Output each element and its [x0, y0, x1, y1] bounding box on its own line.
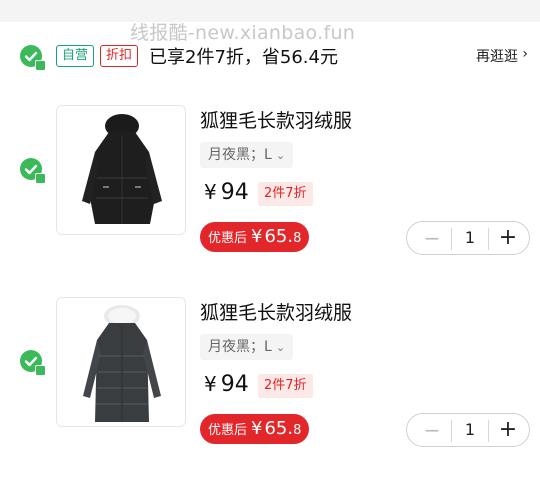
- item-select-checkbox[interactable]: [20, 350, 46, 376]
- after-currency-symbol: ¥: [251, 226, 263, 247]
- quantity-value[interactable]: 1: [452, 418, 488, 442]
- after-amount: 65.: [264, 418, 294, 439]
- product-image[interactable]: [56, 105, 186, 235]
- discount-badge: 折扣: [100, 45, 139, 67]
- after-amount: 65.: [264, 226, 294, 247]
- after-discount-label: 优惠后: [208, 231, 248, 246]
- discount-tag: 2件7折: [258, 374, 313, 398]
- currency-symbol: ¥: [204, 180, 217, 204]
- chevron-right-icon: ›: [522, 46, 528, 62]
- promo-summary: 已享2件7折，省56.4元: [149, 47, 338, 68]
- product-title[interactable]: 狐狸毛长款羽绒服: [200, 106, 352, 133]
- chevron-down-icon: ⌄: [275, 149, 286, 162]
- self-operated-badge: 自营: [56, 45, 95, 67]
- lock-icon: [35, 173, 46, 184]
- discount-tag: 2件7折: [258, 182, 313, 206]
- unit-price: ¥94: [204, 180, 249, 205]
- product-title[interactable]: 狐狸毛长款羽绒服: [200, 298, 352, 325]
- after-discount-label: 优惠后: [208, 423, 248, 438]
- after-decimal: 8: [293, 231, 302, 246]
- price-value: 94: [220, 180, 249, 205]
- quantity-value[interactable]: 1: [452, 226, 488, 250]
- lock-icon: [35, 365, 46, 376]
- cart-item: 狐狸毛长款羽绒服 月夜黑；L ⌄ ¥94 2件7折 优惠后 ¥65.8 − 1 +: [0, 292, 540, 462]
- store-header: 自营 折扣 已享2件7折，省56.4元 再逛逛 ›: [0, 40, 540, 72]
- chevron-down-icon: ⌄: [275, 341, 286, 354]
- store-select-checkbox[interactable]: [20, 45, 46, 71]
- lock-icon: [35, 60, 46, 71]
- browse-more-link[interactable]: 再逛逛: [476, 46, 518, 66]
- increase-button[interactable]: +: [493, 226, 523, 250]
- increase-button[interactable]: +: [493, 418, 523, 442]
- variant-label: 月夜黑；L: [208, 147, 272, 163]
- variant-selector[interactable]: 月夜黑；L ⌄: [200, 142, 294, 168]
- product-image[interactable]: [56, 297, 186, 427]
- item-select-checkbox[interactable]: [20, 158, 46, 184]
- currency-symbol: ¥: [204, 372, 217, 396]
- quantity-stepper: − 1 +: [406, 413, 530, 447]
- unit-price: ¥94: [204, 372, 249, 397]
- variant-label: 月夜黑；L: [208, 339, 272, 355]
- after-discount-price: 优惠后 ¥65.8: [200, 222, 310, 252]
- variant-selector[interactable]: 月夜黑；L ⌄: [200, 334, 294, 360]
- after-currency-symbol: ¥: [251, 418, 263, 439]
- decrease-button[interactable]: −: [417, 226, 447, 250]
- after-decimal: 8: [293, 423, 302, 438]
- price-value: 94: [220, 372, 249, 397]
- quantity-stepper: − 1 +: [406, 221, 530, 255]
- cart-item: 狐狸毛长款羽绒服 月夜黑；L ⌄ ¥94 2件7折 优惠后 ¥65.8 − 1 +: [0, 100, 540, 270]
- decrease-button[interactable]: −: [417, 418, 447, 442]
- after-discount-price: 优惠后 ¥65.8: [200, 414, 310, 444]
- divider: [488, 228, 489, 250]
- divider: [488, 420, 489, 442]
